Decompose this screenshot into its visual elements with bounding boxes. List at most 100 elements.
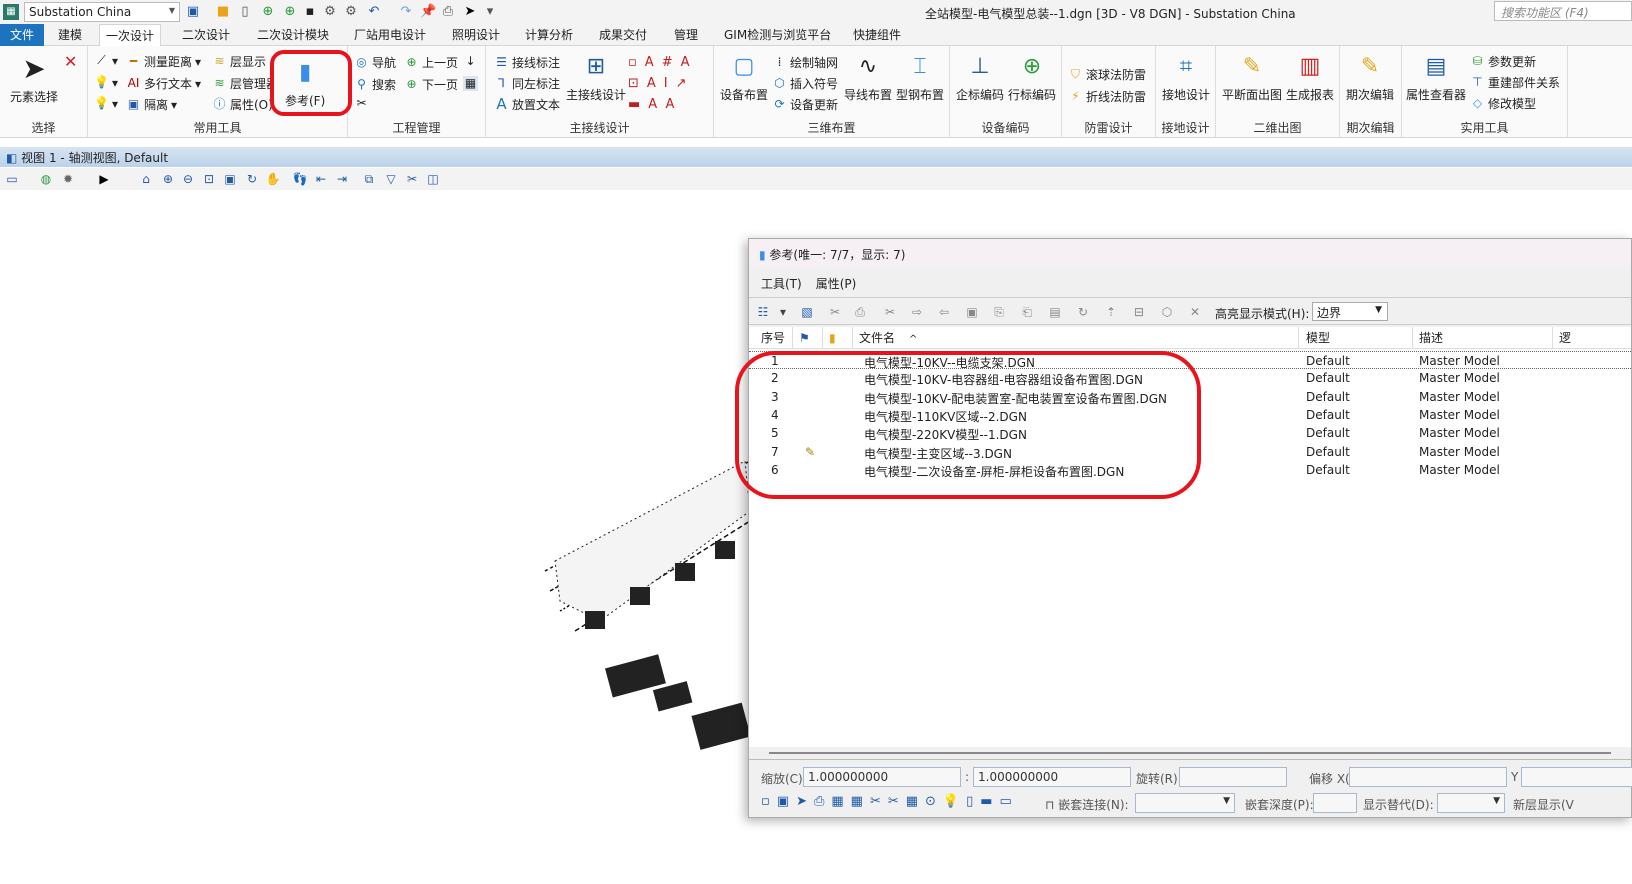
view-attributes-icon[interactable]: ▭ (4, 171, 20, 187)
param-update-button[interactable]: ⛁ 参数更新 (1470, 53, 1536, 70)
mirror-v-icon[interactable]: ▤ (1047, 304, 1063, 320)
pin-icon[interactable]: 📌 (420, 4, 436, 20)
line-tool[interactable]: ⟋ ▾ (94, 53, 118, 68)
generate-report-button[interactable]: ▥ 生成报表 (1286, 52, 1334, 103)
app-icon[interactable]: ▦ (3, 4, 19, 20)
workspace-select[interactable]: Substation China ▼ (24, 2, 180, 22)
open-folder-icon[interactable]: ■ (215, 4, 231, 20)
light-tool[interactable]: 💡 ▾ (94, 75, 118, 90)
undo-icon[interactable]: ↶ (366, 4, 382, 20)
tab-modeling[interactable]: 建模 (52, 24, 88, 46)
clip-mask-icon[interactable]: ✂ (404, 171, 420, 187)
clip-icon[interactable]: ✂ (882, 304, 898, 320)
place-text-button[interactable]: A 放置文本 (494, 96, 560, 113)
menu-properties[interactable]: 属性(P) (816, 277, 857, 291)
offset-y-input[interactable] (1521, 767, 1632, 787)
tab-secondary-module[interactable]: 二次设计模块 (251, 24, 335, 46)
text-tools-icons[interactable]: ▫A#A ⊡AI↗ ▬AA (628, 52, 708, 115)
tab-management[interactable]: 管理 (668, 24, 704, 46)
next-view-icon[interactable]: ⇥ (334, 171, 350, 187)
zoom-in-icon[interactable]: ⊕ (160, 171, 176, 187)
rotate-input[interactable] (1179, 767, 1287, 787)
column-filename[interactable]: 文件名 ^ (853, 327, 1299, 349)
clip-delete-icon[interactable]: ⊟ (1131, 304, 1147, 320)
previous-view-icon[interactable]: ⇤ (313, 171, 329, 187)
tab-calculation[interactable]: 计算分析 (519, 24, 579, 46)
same-left-label-button[interactable]: ⅂ 同左标注 (494, 75, 560, 92)
highlight-mode-select[interactable]: 边界 ▼ (1312, 302, 1388, 321)
attach-reference-icon[interactable]: ▧ (799, 304, 815, 320)
move-icon[interactable]: ⇨ (909, 304, 925, 320)
update-view-icon[interactable]: ⌂ (138, 171, 154, 187)
light2-tool[interactable]: 💡 ▾ (94, 96, 118, 111)
level-display-button[interactable]: ≋ 层显示 (212, 53, 266, 70)
exchange-icon[interactable]: ✕ (1187, 304, 1203, 320)
chevron-down-icon[interactable]: ▾ (775, 304, 791, 320)
walk-icon[interactable]: 👣 (292, 171, 308, 187)
redo-icon[interactable]: ↷ (398, 4, 414, 20)
scale-icon[interactable]: ▣ (964, 304, 980, 320)
element-select-button[interactable]: ➤ 元素选择 (10, 54, 58, 105)
delete-icon[interactable]: ✕ (64, 52, 77, 71)
rolling-sphere-button[interactable]: ⛉ 滚球法防雷 (1068, 66, 1146, 83)
reference-button[interactable]: ▮ 参考(F) (285, 58, 325, 109)
next-page-button[interactable]: ⊕ 下一页 (404, 76, 458, 93)
column-logical[interactable]: 逻 (1553, 327, 1632, 349)
tab-primary-design[interactable]: 一次设计 (99, 24, 162, 47)
column-model[interactable]: 模型 (1300, 327, 1413, 349)
tab-quick-components[interactable]: 快捷组件 (847, 24, 907, 46)
clip-boundary-icon[interactable]: ↻ (1075, 304, 1091, 320)
grid-settings-button[interactable]: ▦ (463, 76, 478, 91)
clip-volume-icon[interactable]: ▽ (383, 171, 399, 187)
conductor-layout-button[interactable]: ∿ 导线布置 (844, 52, 892, 103)
column-description[interactable]: 描述 (1413, 327, 1553, 349)
rebuild-relations-button[interactable]: ⊤ 重建部件关系 (1470, 74, 1560, 91)
copy-view-icon[interactable]: ⧉ (361, 171, 377, 187)
save-icon[interactable]: ▪ (302, 4, 318, 20)
isolate-button[interactable]: ▣ 隔离 ▾ (126, 96, 177, 113)
mirror-h-icon[interactable]: ⎗ (1019, 304, 1035, 320)
nest-depth-input[interactable] (1313, 793, 1357, 813)
dialog-title-bar[interactable]: ▮ 参考(唯一: 7/7，显示: 7) (749, 239, 1631, 269)
lights-icon[interactable]: ✹ (60, 171, 76, 187)
save-settings-icon[interactable]: ⚙ (322, 4, 338, 20)
scale-reference-input[interactable]: 1.000000000 (973, 767, 1131, 787)
measure-distance-button[interactable]: ━ 测量距离 ▾ (126, 53, 201, 70)
prev-page-button[interactable]: ⊕ 上一页 (404, 54, 458, 71)
down-arrow-button[interactable]: ↓ (463, 54, 478, 69)
horizontal-scrollbar[interactable] (749, 747, 1631, 759)
property-viewer-button[interactable]: ▤ 属性查看器 (1406, 52, 1466, 103)
grounding-design-button[interactable]: ⌗ 接地设计 (1162, 52, 1210, 103)
v8-icon[interactable]: ▣ (185, 4, 201, 20)
nest-attachments-select[interactable]: ▼ (1135, 793, 1235, 813)
export-icon[interactable]: ⊕ (282, 4, 298, 20)
zoom-out-icon[interactable]: ⊖ (180, 171, 196, 187)
multiline-text-button[interactable]: AI 多行文本 ▾ (126, 75, 201, 92)
set-presentation-icon[interactable]: ⬡ (1159, 304, 1175, 320)
tab-file[interactable]: 文件 (0, 24, 45, 46)
draw-axis-grid-button[interactable]: ⁞ 绘制轴网 (772, 54, 838, 71)
customize-icon[interactable]: ▾ (482, 4, 498, 20)
enterprise-code-button[interactable]: ⊥ 企标编码 (956, 52, 1004, 103)
display-style-icon[interactable]: ◍ (38, 171, 54, 187)
flag-column-icon[interactable]: ⚑ (793, 327, 823, 349)
main-wiring-design-button[interactable]: ⊞ 主接线设计 (566, 52, 626, 103)
rotate-view-icon[interactable]: ↻ (244, 171, 260, 187)
new-file-icon[interactable]: ▯ (237, 4, 253, 20)
wiring-label-button[interactable]: ☰ 接线标注 (494, 54, 560, 71)
tab-gim[interactable]: GIM检测与浏览平台 (718, 24, 837, 46)
reload-icon[interactable]: ⎙ (852, 304, 868, 320)
rotate-icon[interactable]: ⎘ (991, 304, 1007, 320)
file-column-icon[interactable]: ▮ (823, 327, 853, 349)
industry-code-button[interactable]: ⊕ 行标编码 (1008, 52, 1056, 103)
menu-tools[interactable]: 工具(T) (761, 277, 802, 291)
section-drawing-button[interactable]: ✎ 平断面出图 (1222, 52, 1282, 103)
search-button[interactable]: ⚲ 搜索 (354, 76, 396, 93)
equipment-layout-button[interactable]: ▢ 设备布置 (720, 52, 768, 103)
tab-secondary-design[interactable]: 二次设计 (176, 24, 236, 46)
tools-button[interactable]: ✂ (354, 96, 369, 111)
pan-icon[interactable]: ✋ (265, 171, 281, 187)
tree-view-icon[interactable]: ☷ (755, 304, 771, 320)
display-toggle-icons[interactable]: ▫▣➤⎙▦▦✂✂▦⊙💡▯▬▭ (761, 794, 1051, 814)
pointer-icon[interactable]: ➤ (462, 4, 478, 20)
